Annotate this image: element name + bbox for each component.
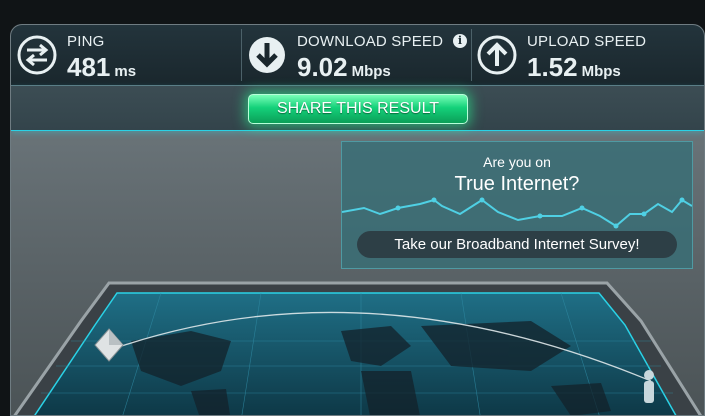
ping-unit: ms [114,63,137,80]
speedtest-panel: PING 481 ms DOWNLOAD SPEED i 9.02 Mbps UPL… [10,24,705,416]
ping-value: 481 ms [67,52,136,83]
ping-label: PING [67,33,105,50]
upload-number: 1.52 [527,52,578,82]
upload-stat: UPLOAD SPEED 1.52 Mbps [471,25,704,85]
ping-stat: PING 481 ms [11,25,241,85]
download-unit: Mbps [351,63,391,80]
download-number: 9.02 [297,52,348,82]
download-label: DOWNLOAD SPEED [297,33,444,50]
upload-label: UPLOAD SPEED [527,33,647,50]
take-survey-button[interactable]: Take our Broadband Internet Survey! [357,231,677,258]
upload-value: 1.52 Mbps [527,52,621,83]
world-map-platform [13,281,702,415]
upload-unit: Mbps [581,63,621,80]
ping-number: 481 [67,52,111,82]
results-bar: PING 481 ms DOWNLOAD SPEED i 9.02 Mbps UPL… [11,25,704,86]
ping-arrows-icon [17,35,57,75]
user-location-icon [644,370,654,403]
download-value: 9.02 Mbps [297,52,391,83]
info-icon[interactable]: i [453,34,467,48]
share-bar: SHARE THIS RESULT [11,86,704,131]
download-stat: DOWNLOAD SPEED i 9.02 Mbps [241,25,471,85]
share-result-button[interactable]: SHARE THIS RESULT [248,94,468,124]
survey-ad: Are you on True Internet? Take our Broad… [341,141,693,269]
upload-arrow-icon [477,35,517,75]
download-arrow-icon [249,37,285,73]
survey-question-line1: Are you on [483,154,551,170]
decorative-line-graph [342,197,692,229]
